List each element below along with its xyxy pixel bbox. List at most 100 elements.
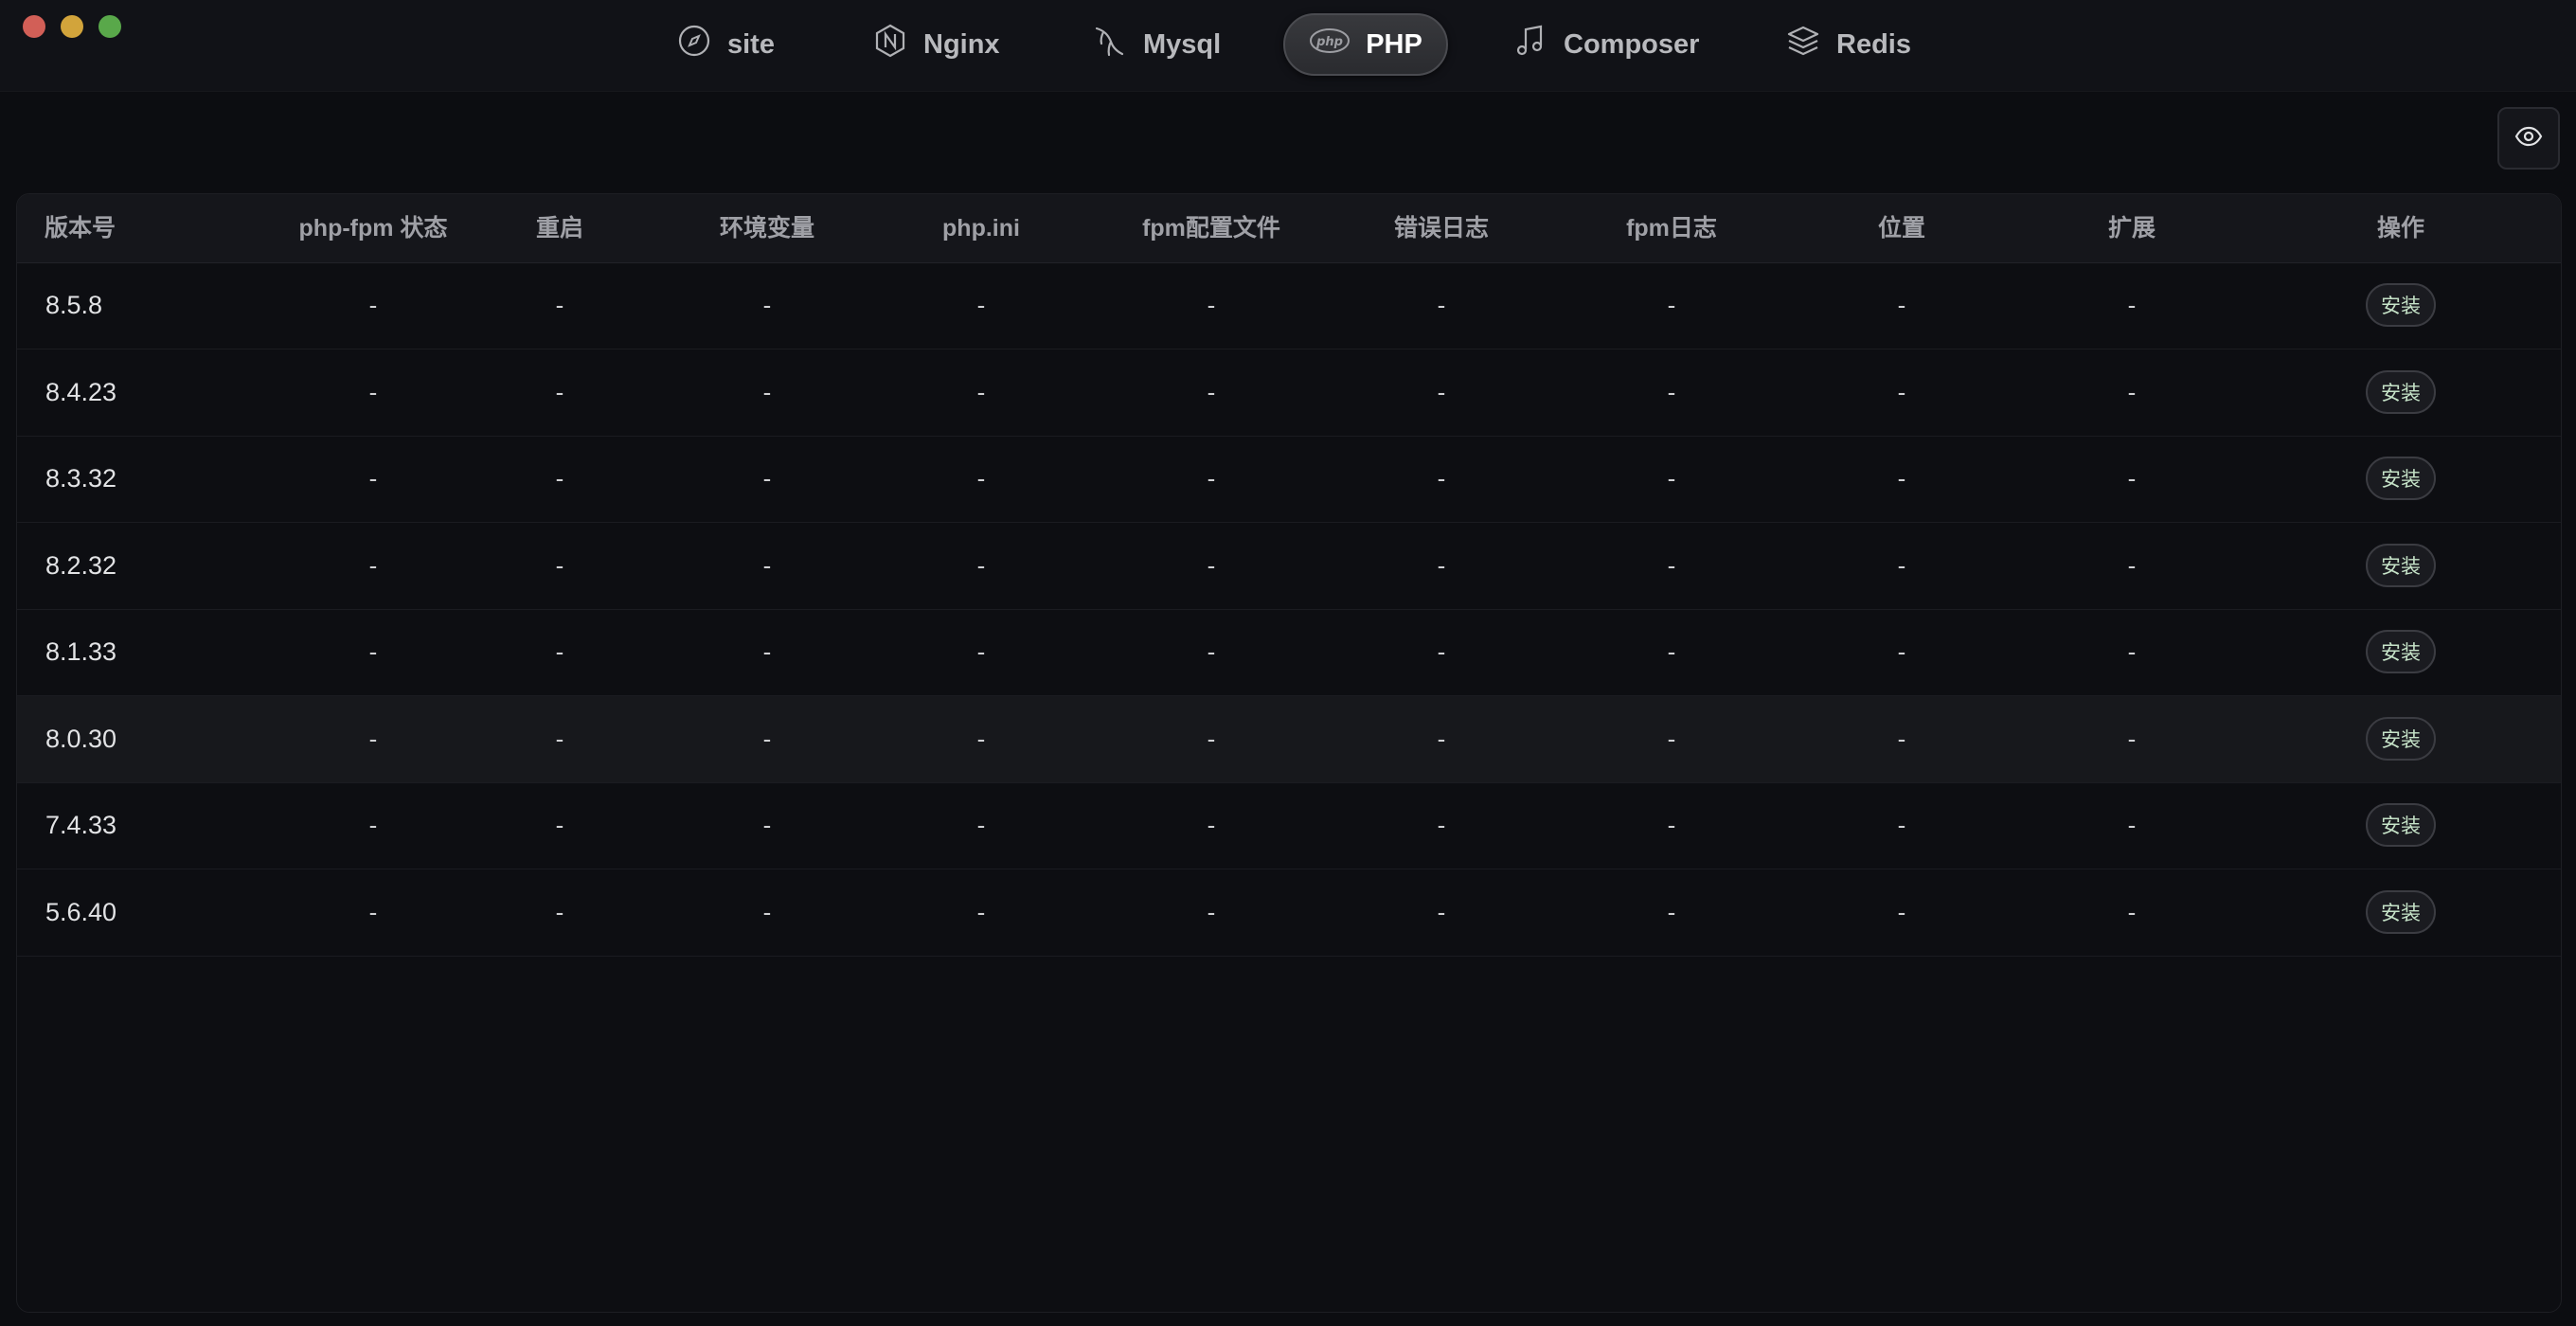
error-log-cell: - xyxy=(1437,377,1446,406)
fpm-config-cell: - xyxy=(1207,811,1216,839)
error-log-cell: - xyxy=(1437,550,1446,580)
location-cell: - xyxy=(1897,637,1906,666)
restart-cell: - xyxy=(555,724,564,753)
restart-cell: - xyxy=(555,637,564,666)
fpm-log-cell: - xyxy=(1667,897,1676,926)
fpm-status-cell: - xyxy=(368,897,378,926)
svg-text:php: php xyxy=(1315,35,1343,49)
restart-cell: - xyxy=(555,377,564,406)
fpm-log-cell: - xyxy=(1667,724,1676,753)
restart-cell: - xyxy=(555,291,564,319)
extensions-cell: - xyxy=(2127,550,2137,580)
fpm-log-cell: - xyxy=(1667,464,1676,493)
fpm-status-cell: - xyxy=(368,464,378,493)
column-header-fpm-status: php-fpm 状态 xyxy=(298,215,448,242)
error-log-cell: - xyxy=(1437,897,1446,926)
php-ini-cell: - xyxy=(976,377,986,406)
env-vars-cell: - xyxy=(762,464,772,493)
tab-php[interactable]: php PHP xyxy=(1283,13,1448,76)
version-cell: 8.4.23 xyxy=(45,377,117,406)
location-cell: - xyxy=(1897,811,1906,839)
tab-redis[interactable]: Redis xyxy=(1785,13,1911,76)
location-cell: - xyxy=(1897,724,1906,753)
fpm-status-cell: - xyxy=(368,377,378,406)
table-row[interactable]: 8.5.8 - - - - - - - - - 安装 xyxy=(17,262,2561,349)
extensions-cell: - xyxy=(2127,291,2137,319)
tab-redis-label: Redis xyxy=(1836,28,1911,60)
column-header-fpm-config: fpm配置文件 xyxy=(1142,215,1280,242)
fpm-status-cell: - xyxy=(368,637,378,666)
tab-nginx[interactable]: Nginx xyxy=(872,13,1000,76)
install-button[interactable]: 安装 xyxy=(2366,283,2436,327)
tab-composer-label: Composer xyxy=(1564,28,1700,60)
fpm-config-cell: - xyxy=(1207,637,1216,666)
env-vars-cell: - xyxy=(762,637,772,666)
table-header: 版本号 php-fpm 状态 重启 环境变量 php.ini fpm配置文件 错… xyxy=(17,194,2561,263)
php-ini-cell: - xyxy=(976,897,986,926)
table-row[interactable]: 8.3.32 - - - - - - - - - 安装 xyxy=(17,436,2561,523)
compass-icon xyxy=(676,23,712,66)
column-header-fpm-log: fpm日志 xyxy=(1626,215,1717,242)
fpm-log-cell: - xyxy=(1667,291,1676,319)
version-cell: 8.3.32 xyxy=(45,464,117,493)
restart-cell: - xyxy=(555,897,564,926)
error-log-cell: - xyxy=(1437,464,1446,493)
column-header-location: 位置 xyxy=(1877,215,1926,242)
install-button[interactable]: 安装 xyxy=(2366,630,2436,673)
location-cell: - xyxy=(1897,550,1906,580)
version-cell: 5.6.40 xyxy=(45,897,117,926)
table-row[interactable]: 8.1.33 - - - - - - - - - 安装 xyxy=(17,609,2561,696)
nginx-icon xyxy=(872,23,908,66)
install-button[interactable]: 安装 xyxy=(2366,543,2436,587)
php-versions-table: 版本号 php-fpm 状态 重启 环境变量 php.ini fpm配置文件 错… xyxy=(16,193,2562,1313)
fpm-status-cell: - xyxy=(368,811,378,839)
php-ini-cell: - xyxy=(976,637,986,666)
table-row[interactable]: 8.4.23 - - - - - - - - - 安装 xyxy=(17,349,2561,437)
tab-site-label: site xyxy=(727,28,775,60)
extensions-cell: - xyxy=(2127,464,2137,493)
fpm-config-cell: - xyxy=(1207,897,1216,926)
tab-php-label: PHP xyxy=(1366,28,1422,60)
toggle-visibility-button[interactable] xyxy=(2497,107,2560,170)
install-button[interactable]: 安装 xyxy=(2366,369,2436,414)
install-button[interactable]: 安装 xyxy=(2366,716,2436,761)
app-window: site Nginx Mysql php PHP Composer Redis … xyxy=(0,0,2576,1326)
fpm-status-cell: - xyxy=(368,291,378,319)
table-row[interactable]: 5.6.40 - - - - - - - - - 安装 xyxy=(17,869,2561,957)
error-log-cell: - xyxy=(1437,811,1446,839)
tab-mysql[interactable]: Mysql xyxy=(1092,13,1221,76)
restart-cell: - xyxy=(555,550,564,580)
tab-mysql-label: Mysql xyxy=(1143,28,1222,60)
php-icon: php xyxy=(1309,27,1351,63)
tab-site[interactable]: site xyxy=(676,13,775,76)
fpm-log-cell: - xyxy=(1667,377,1676,406)
column-header-version: 版本号 xyxy=(45,215,116,242)
table-row[interactable]: 7.4.33 - - - - - - - - - 安装 xyxy=(17,782,2561,869)
service-tabs: site Nginx Mysql php PHP Composer Redis xyxy=(0,13,2576,78)
version-cell: 7.4.33 xyxy=(45,811,117,839)
version-cell: 8.0.30 xyxy=(45,724,117,753)
install-button[interactable]: 安装 xyxy=(2366,889,2436,934)
column-header-php-ini: php.ini xyxy=(942,215,1020,242)
fpm-status-cell: - xyxy=(368,724,378,753)
restart-cell: - xyxy=(555,811,564,839)
fpm-status-cell: - xyxy=(368,550,378,580)
version-cell: 8.5.8 xyxy=(45,291,103,319)
php-ini-cell: - xyxy=(976,464,986,493)
version-cell: 8.2.32 xyxy=(45,550,117,580)
fpm-config-cell: - xyxy=(1207,464,1216,493)
fpm-config-cell: - xyxy=(1207,550,1216,580)
install-button[interactable]: 安装 xyxy=(2366,803,2436,847)
location-cell: - xyxy=(1897,377,1906,406)
column-header-restart: 重启 xyxy=(535,215,584,242)
env-vars-cell: - xyxy=(762,724,772,753)
table-row[interactable]: 8.0.30 - - - - - - - - - 安装 xyxy=(17,695,2561,783)
env-vars-cell: - xyxy=(762,291,772,319)
tab-composer[interactable]: Composer xyxy=(1512,13,1699,76)
env-vars-cell: - xyxy=(762,550,772,580)
fpm-config-cell: - xyxy=(1207,724,1216,753)
install-button[interactable]: 安装 xyxy=(2366,457,2436,500)
version-cell: 8.1.33 xyxy=(45,637,117,666)
fpm-log-cell: - xyxy=(1667,550,1676,580)
table-row[interactable]: 8.2.32 - - - - - - - - - 安装 xyxy=(17,523,2561,610)
